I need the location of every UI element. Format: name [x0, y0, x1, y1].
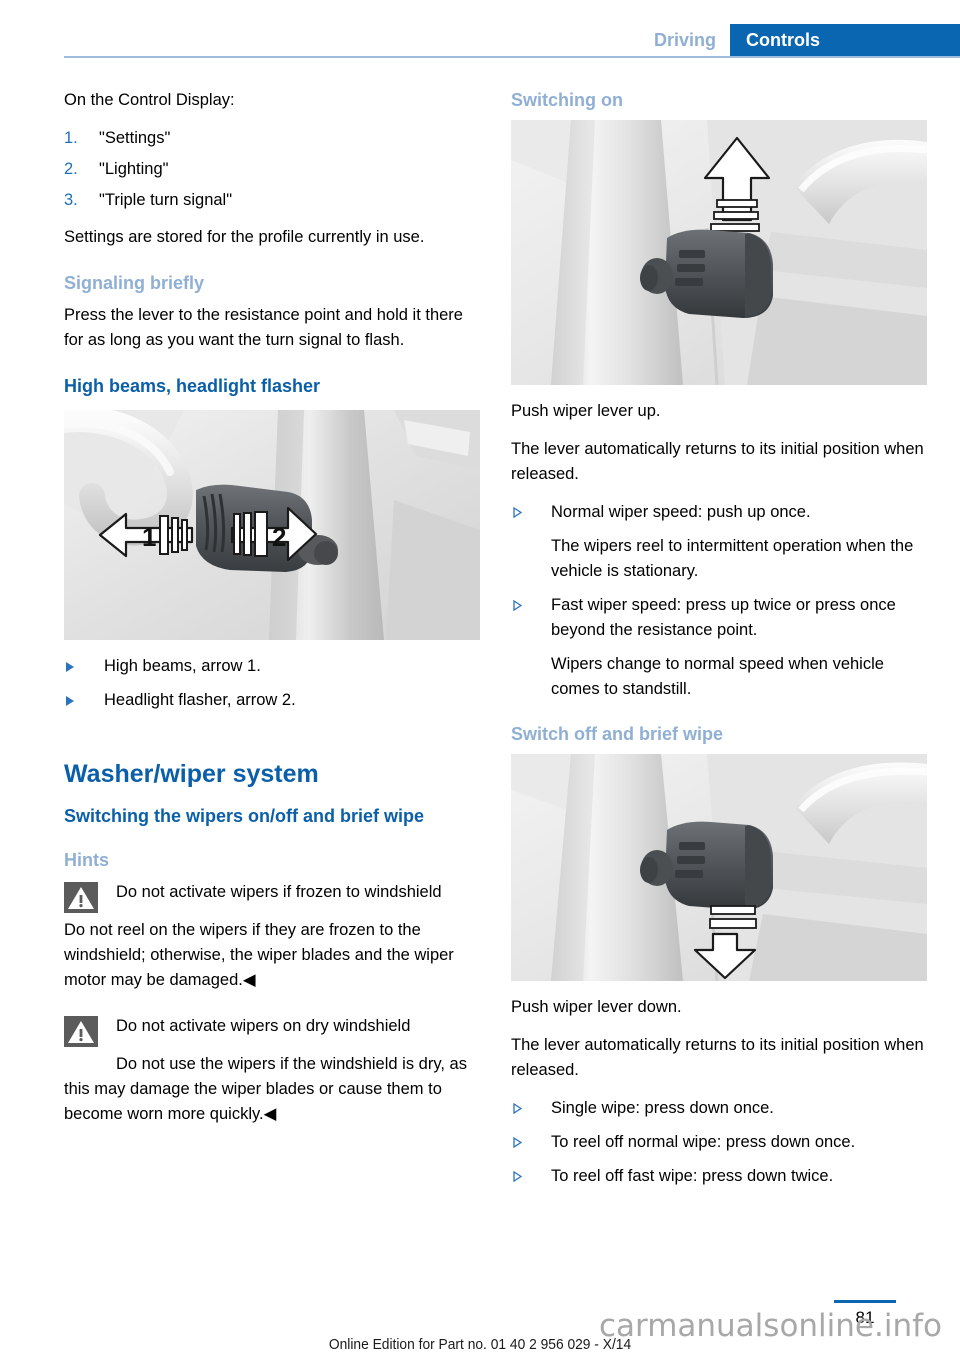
settings-stored-note: Settings are stored for the profile curr…	[64, 228, 425, 246]
svg-text:1: 1	[142, 522, 156, 552]
warning-title: Do not activate wipers on dry windshield	[116, 1017, 411, 1035]
watermark: carmanualsonline.info	[598, 1308, 942, 1344]
end-mark-icon: ◀	[242, 971, 256, 989]
control-display-steps: 1. "Settings" 2. "Lighting" 3. "Triple t…	[64, 126, 480, 213]
list-label: High beams, arrow 1.	[104, 657, 261, 675]
wiper-lever-up-illustration	[511, 120, 927, 385]
list-item: Normal wiper speed: push up once. The wi…	[511, 500, 927, 584]
list-item: 1. "Settings"	[64, 126, 480, 151]
washer-wiper-system-heading: Washer/wiper system	[64, 760, 319, 788]
end-mark-icon: ◀	[263, 1105, 277, 1123]
triangle-bullet-icon	[513, 507, 522, 518]
signaling-briefly-body: Press the lever to the resistance point …	[64, 306, 463, 349]
warning-block-dry: Do not activate wipers on dry windshield	[64, 1014, 480, 1047]
signaling-briefly-heading: Signaling briefly	[64, 273, 205, 293]
lever-returns-text-up: The lever automatically returns to its i…	[511, 440, 924, 483]
list-number: 1.	[64, 129, 78, 147]
page-header: Driving Controls	[0, 0, 960, 60]
header-divider	[64, 56, 960, 58]
high-beams-heading: High beams, headlight flasher	[64, 376, 321, 396]
switch-off-brief-wipe-heading: Switch off and brief wipe	[511, 724, 724, 744]
footer-divider	[834, 1300, 896, 1303]
list-number: 3.	[64, 191, 78, 209]
list-label: "Triple turn signal"	[99, 191, 233, 209]
warning-body-frozen: Do not reel on the wipers if they are fr…	[64, 918, 480, 993]
push-wiper-lever-up-text: Push wiper lever up.	[511, 402, 661, 420]
warning-body-text: Do not reel on the wipers if they are fr…	[64, 921, 454, 989]
list-label: Normal wiper speed: push up once.	[551, 503, 811, 521]
header-tabs: Driving Controls	[654, 24, 960, 56]
list-label: Fast wiper speed: press up twice or pres…	[551, 596, 896, 639]
triangle-bullet-icon	[513, 1137, 522, 1148]
list-label: "Lighting"	[99, 160, 169, 178]
hints-heading: Hints	[64, 850, 109, 870]
triangle-bullet-icon	[513, 1103, 522, 1114]
list-item: To reel off normal wipe: press down once…	[511, 1130, 927, 1155]
warning-triangle-icon	[64, 882, 98, 913]
list-continuation: Wipers change to normal speed when vehic…	[551, 655, 884, 698]
switching-on-heading: Switching on	[511, 90, 623, 110]
list-item: To reel off fast wipe: press down twice.	[511, 1164, 927, 1189]
triangle-bullet-icon	[513, 1171, 522, 1182]
list-label: "Settings"	[99, 129, 171, 147]
push-wiper-lever-down-text: Push wiper lever down.	[511, 998, 682, 1016]
list-continuation: The wipers reel to intermittent operatio…	[551, 537, 914, 580]
list-label: To reel off normal wipe: press down once…	[551, 1133, 856, 1151]
control-display-intro: On the Control Display:	[64, 91, 235, 109]
list-item: 2. "Lighting"	[64, 157, 480, 182]
list-item: Fast wiper speed: press up twice or pres…	[511, 593, 927, 702]
list-number: 2.	[64, 160, 78, 178]
triangle-bullet-icon	[513, 600, 522, 611]
warning-triangle-icon	[64, 1016, 98, 1047]
list-label: Headlight flasher, arrow 2.	[104, 691, 296, 709]
switching-on-bullets: Normal wiper speed: push up once. The wi…	[511, 500, 927, 702]
triangle-bullet-icon	[66, 662, 74, 672]
lever-returns-text-down: The lever automatically returns to its i…	[511, 1036, 924, 1079]
warning-title: Do not activate wipers if frozen to wind…	[116, 883, 442, 901]
switch-off-bullets: Single wipe: press down once. To reel of…	[511, 1096, 927, 1189]
warning-block-frozen: Do not activate wipers if frozen to wind…	[64, 880, 480, 913]
list-label: Single wipe: press down once.	[551, 1099, 774, 1117]
triangle-bullet-icon	[66, 696, 74, 706]
tab-driving[interactable]: Driving	[654, 24, 730, 56]
svg-text:2: 2	[272, 522, 286, 552]
left-column: On the Control Display: 1. "Settings" 2.…	[64, 88, 480, 1140]
right-column: Switching on Push wiper lever up. The le…	[511, 88, 927, 1201]
turn-signal-lever-illustration: 1 2	[64, 410, 480, 640]
tab-controls[interactable]: Controls	[730, 24, 960, 56]
list-item: 3. "Triple turn signal"	[64, 188, 480, 213]
wiper-lever-down-illustration	[511, 754, 927, 981]
high-beams-bullets: High beams, arrow 1. Headlight flasher, …	[64, 654, 480, 713]
list-item: Single wipe: press down once.	[511, 1096, 927, 1121]
list-item: Headlight flasher, arrow 2.	[64, 688, 480, 713]
list-label: To reel off fast wipe: press down twice.	[551, 1167, 834, 1185]
warning-body-dry: Do not use the wipers if the windshield …	[64, 1052, 480, 1127]
list-item: High beams, arrow 1.	[64, 654, 480, 679]
switching-wipers-heading: Switching the wipers on/off and brief wi…	[64, 806, 425, 826]
